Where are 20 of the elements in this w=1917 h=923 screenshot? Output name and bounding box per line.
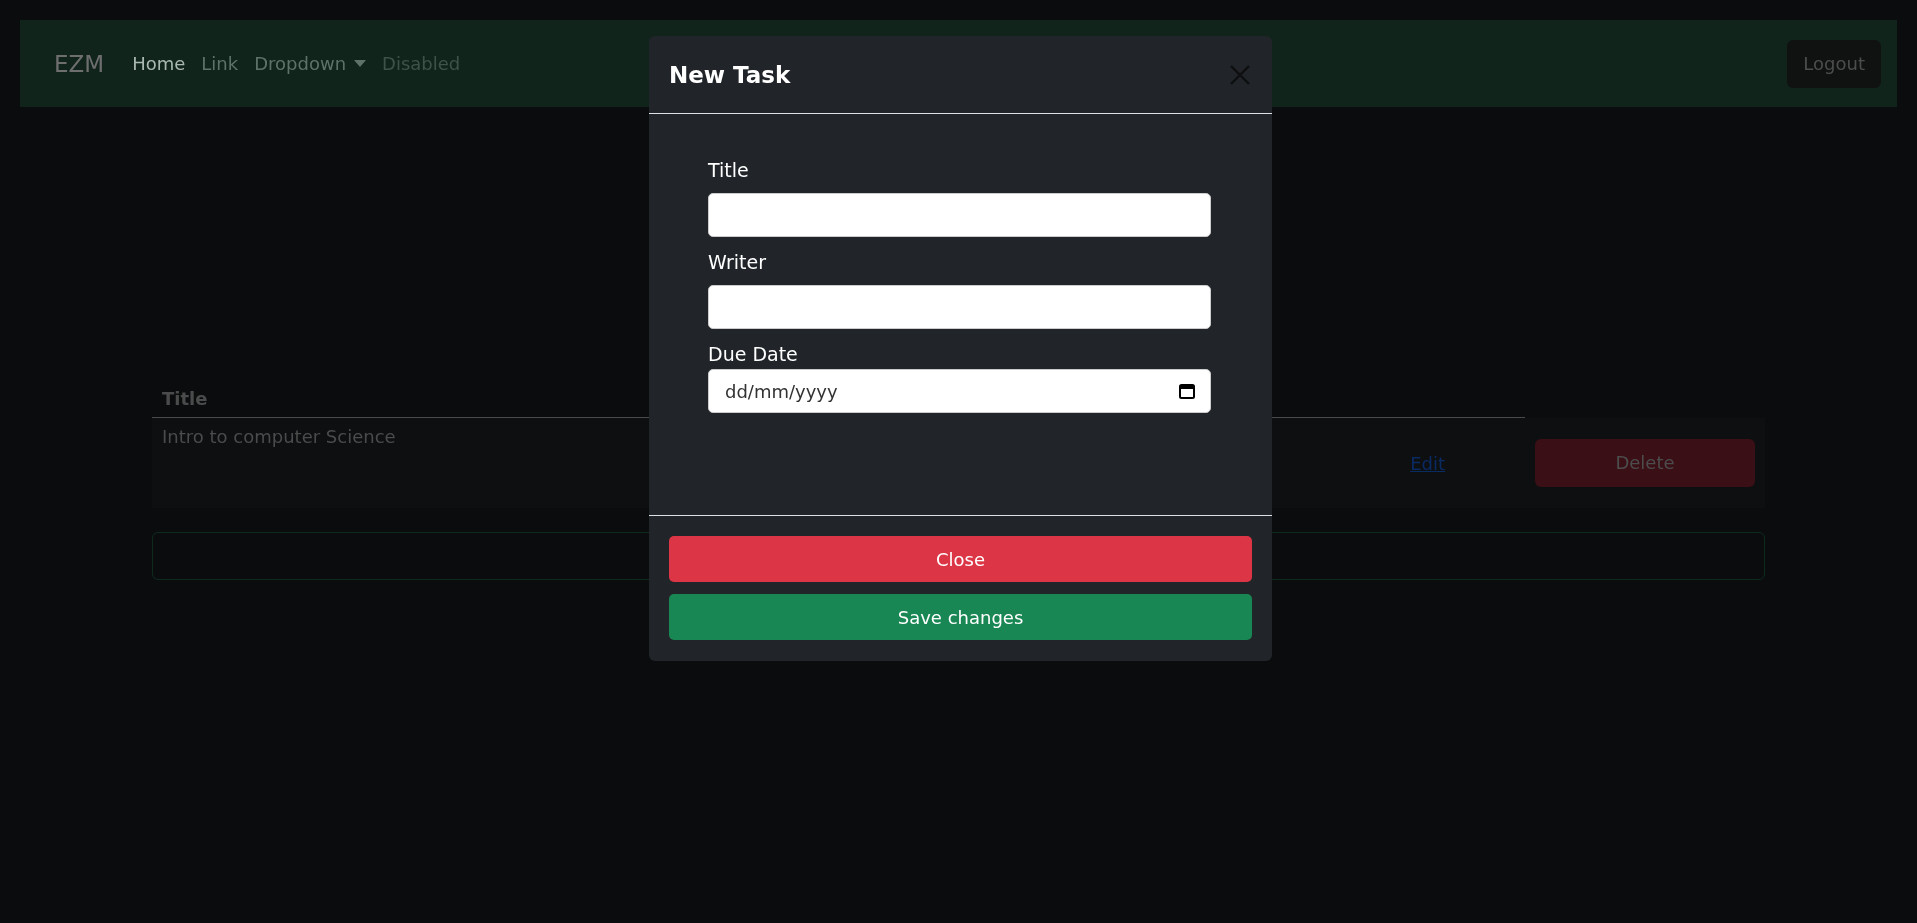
text-field[interactable]: [708, 285, 1211, 329]
nav-link[interactable]: Link: [201, 53, 239, 74]
field-label: Title: [708, 159, 750, 181]
text-field[interactable]: [708, 193, 1211, 237]
date-field[interactable]: dd/mm/yyyy: [708, 369, 1211, 413]
calendar-icon[interactable]: [1178, 382, 1196, 400]
caret-icon: [354, 59, 367, 68]
brand-logo[interactable]: EZM: [54, 50, 105, 77]
nav-link[interactable]: Home: [132, 53, 186, 74]
close-button[interactable]: Close: [669, 536, 1252, 582]
table-cell: Intro to computer Science: [162, 426, 396, 447]
delete-button[interactable]: Delete: [1535, 438, 1755, 487]
column-header: Title: [162, 387, 208, 409]
field-label: Writer: [708, 251, 767, 273]
logout-button[interactable]: Logout: [1787, 39, 1881, 88]
modal-title: New Task: [669, 61, 791, 88]
save-button[interactable]: Save changes: [669, 594, 1252, 640]
dropdown-link[interactable]: Dropdown: [254, 53, 367, 74]
field-label: Due Date: [708, 343, 799, 365]
close-icon[interactable]: [1228, 62, 1252, 87]
